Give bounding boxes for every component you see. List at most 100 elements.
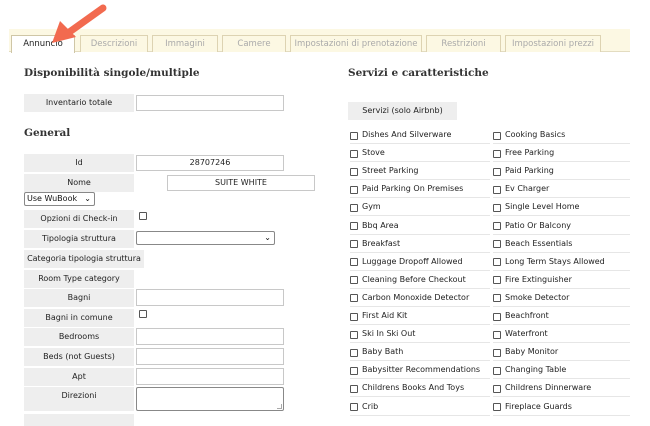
general-title: General [24, 127, 71, 139]
service-checkbox[interactable] [350, 240, 358, 249]
service-item[interactable]: Crib [350, 398, 490, 416]
service-label: Dishes And Silverware [362, 130, 452, 139]
service-checkbox[interactable] [350, 312, 358, 321]
bathrooms-input[interactable] [136, 289, 284, 306]
service-item[interactable]: Waterfront [493, 325, 630, 344]
structure-type-select[interactable]: ⌄ [136, 231, 275, 245]
service-checkbox[interactable] [493, 131, 501, 140]
service-checkbox[interactable] [350, 167, 358, 176]
service-checkbox[interactable] [493, 366, 501, 375]
service-checkbox[interactable] [493, 258, 501, 267]
room-type-label: Room Type category [24, 270, 134, 288]
service-checkbox[interactable] [493, 185, 501, 194]
service-item[interactable]: Long Term Stays Allowed [493, 253, 630, 271]
service-item[interactable]: Fireplace Guards [493, 398, 630, 416]
resize-grip-icon[interactable] [277, 404, 282, 409]
service-checkbox[interactable] [493, 276, 501, 285]
service-label: Beachfront [505, 311, 549, 320]
service-item[interactable]: Street Parking [350, 162, 490, 181]
service-item[interactable]: Patio Or Balcony [493, 217, 630, 235]
service-checkbox[interactable] [350, 149, 358, 158]
service-checkbox[interactable] [493, 348, 501, 357]
service-item[interactable]: Gym [350, 198, 490, 217]
service-checkbox[interactable] [350, 294, 358, 303]
service-item[interactable]: Cooking Basics [493, 126, 630, 144]
service-checkbox[interactable] [350, 330, 358, 339]
service-item[interactable]: Beachfront [493, 307, 630, 325]
service-item[interactable]: Bbq Area [350, 217, 490, 235]
service-checkbox[interactable] [493, 294, 501, 303]
service-checkbox[interactable] [493, 203, 501, 212]
service-checkbox[interactable] [493, 222, 501, 230]
service-checkbox[interactable] [493, 149, 501, 158]
pointer-arrow-icon [52, 4, 107, 43]
name-label: Nome [24, 174, 134, 192]
availability-title: Disponibilità singole/multiple [24, 67, 200, 79]
structure-type-label: Tipologia struttura [24, 230, 134, 248]
service-item[interactable]: Ski In Ski Out [350, 325, 490, 344]
service-checkbox[interactable] [350, 222, 358, 230]
service-item[interactable]: Childrens Dinnerware [493, 379, 630, 398]
airbnb-services-button[interactable]: Servizi (solo Airbnb) [348, 102, 457, 120]
service-item[interactable]: Cleaning Before Checkout [350, 271, 490, 289]
service-item[interactable]: Baby Monitor [493, 343, 630, 362]
beds-input[interactable] [136, 348, 284, 365]
service-label: Bbq Area [362, 220, 399, 230]
service-item[interactable]: Paid Parking [493, 162, 630, 181]
directions-textarea[interactable] [136, 387, 284, 411]
service-item[interactable]: Dishes And Silverware [350, 126, 490, 144]
service-item[interactable]: Baby Bath [350, 343, 490, 362]
service-item[interactable]: Free Parking [493, 144, 630, 163]
service-label: Baby Bath [362, 347, 404, 357]
name-input[interactable]: SUITE WHITE [167, 175, 315, 191]
service-item[interactable]: First Aid Kit [350, 307, 490, 325]
tab-restrizioni[interactable]: Restrizioni [426, 35, 501, 52]
service-item[interactable]: Childrens Books And Toys [350, 379, 490, 398]
service-item[interactable]: Beach Essentials [493, 235, 630, 253]
apt-input[interactable] [136, 368, 284, 385]
service-checkbox[interactable] [493, 312, 501, 321]
service-checkbox[interactable] [493, 167, 501, 176]
service-label: Waterfront [505, 329, 548, 339]
service-item[interactable]: Single Level Home [493, 198, 630, 217]
bedrooms-input[interactable] [136, 328, 284, 345]
checkin-label: Opzioni di Check-in [24, 210, 134, 228]
tab-immagini[interactable]: Immagini [152, 35, 218, 52]
service-label: Free Parking [505, 148, 555, 158]
id-input[interactable]: 28707246 [136, 155, 284, 171]
service-checkbox[interactable] [350, 348, 358, 357]
service-checkbox[interactable] [350, 131, 358, 140]
service-label: Changing Table [505, 365, 567, 375]
service-item[interactable]: Breakfast [350, 235, 490, 253]
tab-impostazioni-prezzi[interactable]: Impostazioni prezzi [505, 35, 601, 52]
service-label: Carbon Monoxide Detector [362, 292, 470, 302]
chevron-down-icon: ⌄ [264, 233, 271, 242]
inventory-input[interactable] [136, 95, 284, 111]
service-checkbox[interactable] [350, 203, 358, 212]
service-item[interactable]: Fire Extinguisher [493, 271, 630, 289]
service-checkbox[interactable] [493, 403, 501, 411]
service-checkbox[interactable] [350, 276, 358, 285]
service-checkbox[interactable] [350, 384, 358, 393]
service-checkbox[interactable] [350, 185, 358, 194]
tab-impostazioni-prenotazione[interactable]: Impostazioni di prenotazione [290, 35, 422, 52]
service-item[interactable]: Stove [350, 144, 490, 163]
service-item[interactable]: Babysitter Recommendations [350, 361, 490, 380]
shared-bathrooms-checkbox[interactable] [139, 310, 147, 318]
tab-camere[interactable]: Camere [222, 35, 286, 52]
service-label: Childrens Books And Toys [362, 383, 465, 393]
service-checkbox[interactable] [493, 330, 501, 339]
service-item[interactable]: Ev Charger [493, 180, 630, 199]
service-item[interactable]: Carbon Monoxide Detector [350, 289, 490, 307]
service-item[interactable]: Changing Table [493, 361, 630, 380]
service-item[interactable]: Luggage Dropoff Allowed [350, 253, 490, 271]
source-select[interactable]: Use WuBook ⌄ [24, 192, 95, 206]
service-item[interactable]: Paid Parking On Premises [350, 180, 490, 199]
service-checkbox[interactable] [350, 403, 358, 411]
checkin-checkbox[interactable] [139, 212, 147, 220]
service-checkbox[interactable] [350, 258, 358, 267]
service-checkbox[interactable] [493, 384, 501, 393]
service-checkbox[interactable] [350, 366, 358, 375]
service-item[interactable]: Smoke Detector [493, 289, 630, 307]
service-checkbox[interactable] [493, 240, 501, 249]
